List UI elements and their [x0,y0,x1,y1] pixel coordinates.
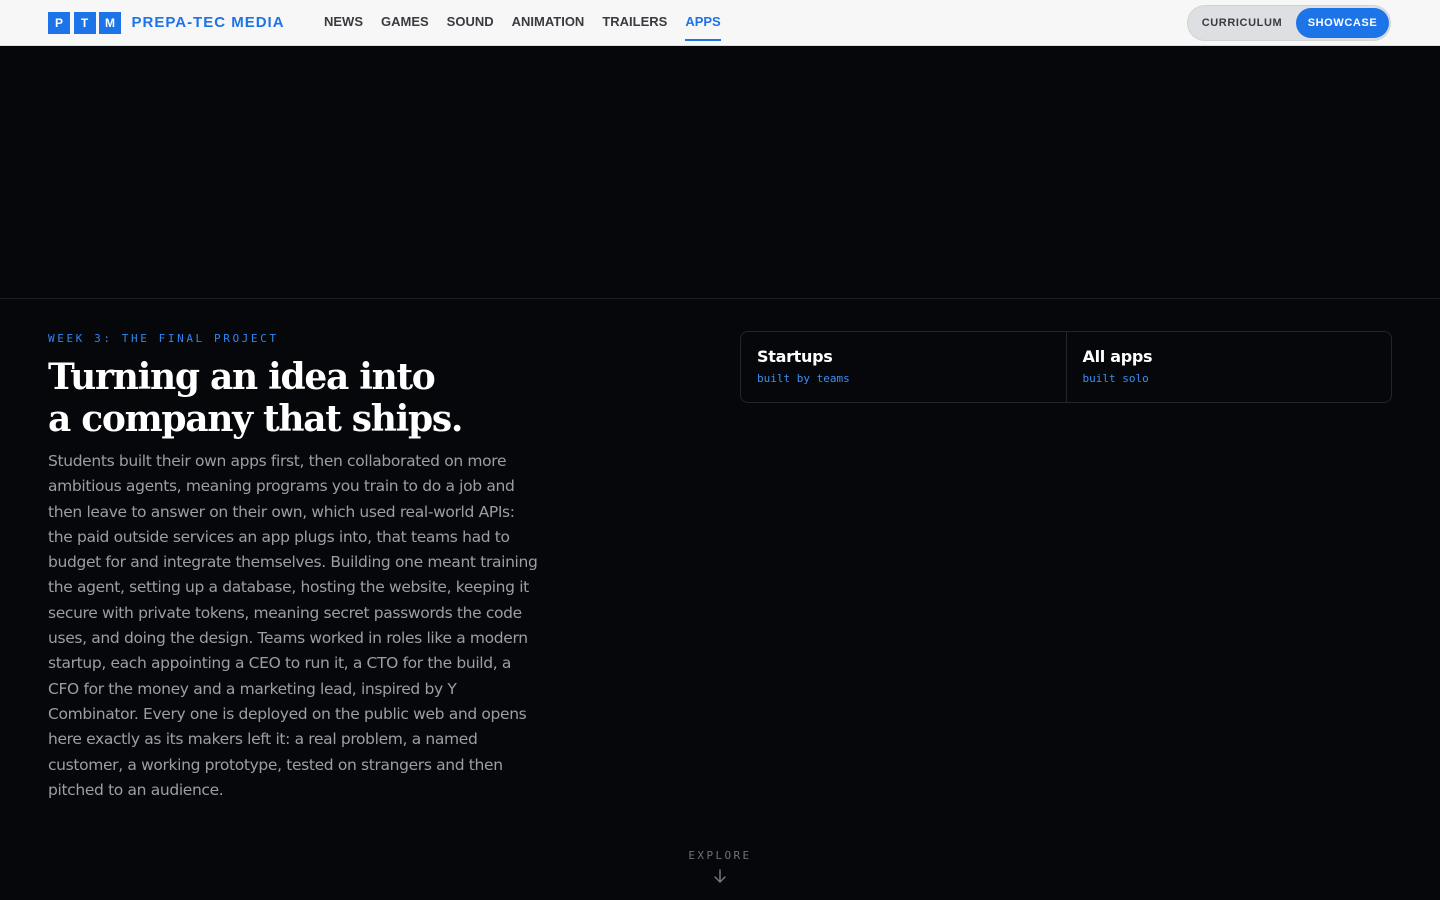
explore-label: EXPLORE [688,849,752,862]
logo-letter-t: T [73,11,96,34]
nav-item-trailers[interactable]: TRAILERS [602,0,667,41]
card-subtitle-startups: built by teams [757,372,850,385]
card-title-startups: Startups [757,347,833,366]
top-navigation-bar: P T M PREPA-TEC MEDIA NEWS GAMES SOUND A… [0,0,1440,46]
nav-item-news[interactable]: NEWS [324,0,363,41]
headline-line-1: Turning an idea into [48,356,436,398]
curriculum-toggle-button[interactable]: CURRICULUM [1190,8,1294,38]
section-kicker: WEEK 3: THE FINAL PROJECT [48,332,279,345]
category-cards: Startups built by teams All apps built s… [740,331,1392,403]
page-title: Turning an idea into a company that ship… [48,356,568,440]
card-title-all-apps: All apps [1082,347,1153,366]
headline-line-2: a company that ships. [48,398,463,440]
nav-item-games[interactable]: GAMES [381,0,429,41]
logo-letter-m: M [99,11,121,34]
logo-letter-p: P [48,11,70,34]
showcase-toggle-button[interactable]: SHOWCASE [1296,8,1389,38]
all-apps-card[interactable]: All apps built solo [1065,332,1392,402]
card-subtitle-all-apps: built solo [1082,372,1149,385]
main-nav: NEWS GAMES SOUND ANIMATION TRAILERS APPS [324,0,739,46]
mode-toggle: CURRICULUM SHOWCASE [1187,5,1391,41]
section-divider [0,298,1440,299]
arrow-down-icon[interactable] [712,868,728,884]
section-description: Students built their own apps first, the… [48,452,538,799]
brand-name: PREPA-TEC MEDIA [131,14,285,31]
nav-item-animation[interactable]: ANIMATION [512,0,585,41]
hero-banner [0,46,1440,298]
brand-logo[interactable]: P T M PREPA-TEC MEDIA [48,11,285,34]
startups-card[interactable]: Startups built by teams [741,332,1066,402]
nav-item-apps[interactable]: APPS [685,0,721,41]
nav-item-sound[interactable]: SOUND [447,0,494,41]
